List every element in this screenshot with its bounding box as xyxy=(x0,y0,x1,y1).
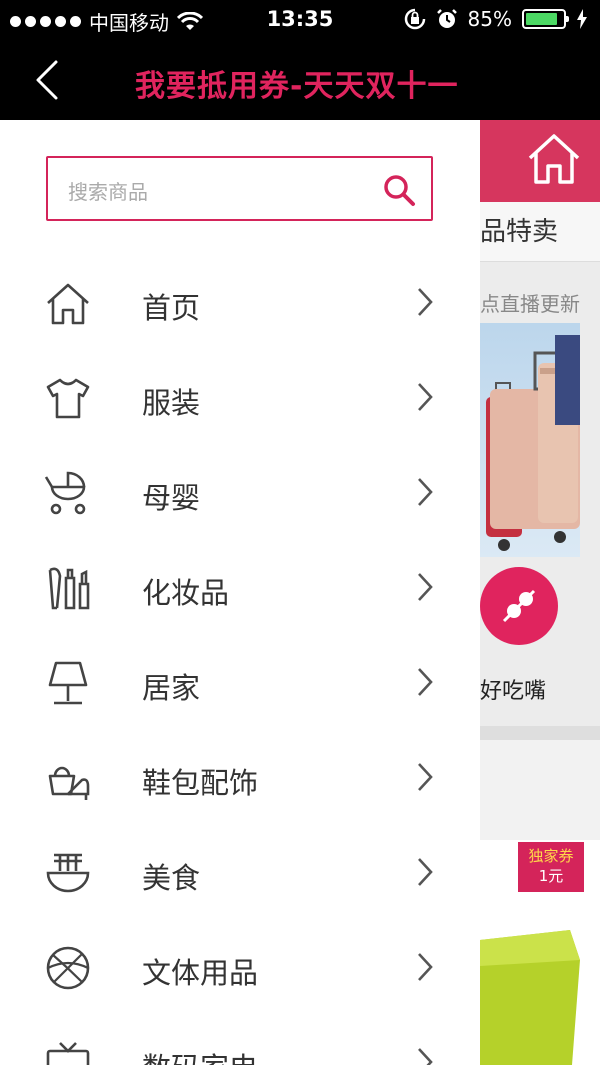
chevron-right-icon xyxy=(418,573,433,601)
snack-category-circle xyxy=(480,567,558,645)
luggage-image xyxy=(486,335,580,551)
chevron-right-icon xyxy=(418,288,433,316)
menu-item-label: 化妆品 xyxy=(142,576,230,610)
cosmetics-icon xyxy=(48,567,90,610)
home-icon xyxy=(528,134,580,184)
menu-item-clothing[interactable]: 服装 xyxy=(0,352,480,447)
search-input[interactable]: 搜索商品 xyxy=(46,156,433,221)
menu-item-baby[interactable]: 母婴 xyxy=(0,447,480,542)
status-right: 85% xyxy=(404,7,588,31)
menu-item-label: 美食 xyxy=(142,861,201,895)
menu-item-digital[interactable]: 数码家电 xyxy=(0,1017,480,1065)
nav-bar: 我要抵用券-天天双十一 xyxy=(0,40,600,120)
chevron-right-icon xyxy=(418,858,433,886)
basket-image xyxy=(480,930,580,1065)
chevron-right-icon xyxy=(418,383,433,411)
battery-icon xyxy=(522,9,569,29)
menu-item-label: 文体用品 xyxy=(142,956,259,990)
menu-item-sports[interactable]: 文体用品 xyxy=(0,922,480,1017)
menu-item-label: 鞋包配饰 xyxy=(142,766,259,800)
bg-divider xyxy=(480,726,600,740)
ball-icon xyxy=(46,946,90,990)
status-bar: 中国移动 13:35 85% xyxy=(0,0,600,40)
menu-item-label: 母婴 xyxy=(142,481,201,515)
chevron-right-icon xyxy=(418,1048,433,1065)
bg-tab: 品特卖 xyxy=(480,202,600,262)
alarm-icon xyxy=(436,9,457,28)
shoe-bag-icon xyxy=(48,766,90,800)
tv-icon xyxy=(46,1042,90,1065)
search-icon[interactable] xyxy=(381,172,417,208)
chevron-right-icon xyxy=(418,668,433,696)
stroller-icon xyxy=(44,471,86,515)
menu-item-home-living[interactable]: 居家 xyxy=(0,637,480,732)
coupon-badge: 独家券 1元 xyxy=(518,842,584,892)
search-placeholder: 搜索商品 xyxy=(68,180,148,204)
bg-panel xyxy=(480,740,600,840)
menu-item-label: 服装 xyxy=(142,386,201,420)
page-title: 我要抵用券-天天双十一 xyxy=(135,69,459,104)
chevron-left-icon[interactable] xyxy=(28,58,68,102)
lamp-icon xyxy=(48,661,88,705)
bg-live-text: 点直播更新 xyxy=(480,292,580,316)
home-icon xyxy=(47,283,89,325)
menu-item-home[interactable]: 首页 xyxy=(0,257,480,352)
menu-item-food[interactable]: 美食 xyxy=(0,827,480,922)
food-bowl-icon xyxy=(46,853,90,893)
chevron-right-icon xyxy=(418,478,433,506)
rotation-lock-icon xyxy=(404,8,425,30)
bg-circle-label: 好吃嘴 xyxy=(480,679,547,704)
tshirt-icon xyxy=(46,378,90,419)
chevron-right-icon xyxy=(418,763,433,791)
battery-percent: 85% xyxy=(467,7,512,31)
luggage-photo xyxy=(480,323,580,557)
bg-header xyxy=(480,120,600,202)
skewer-icon xyxy=(502,589,536,623)
charging-icon xyxy=(577,9,587,29)
side-drawer: 搜索商品 首页 服装 母婴 化妆品 居家 鞋包配饰 美食 文体用品 xyxy=(0,120,480,1065)
menu-item-cosmetics[interactable]: 化妆品 xyxy=(0,542,480,637)
menu-item-label: 居家 xyxy=(142,671,201,705)
menu-item-label: 数码家电 xyxy=(142,1045,258,1065)
menu-item-shoes-bags[interactable]: 鞋包配饰 xyxy=(0,732,480,827)
coupon-badge-value: 1元 xyxy=(538,867,564,885)
coupon-badge-title: 独家券 xyxy=(528,847,574,865)
menu-item-label: 首页 xyxy=(142,291,201,325)
background-page: 品特卖 点直播更新 好吃嘴 独家券 1元 xyxy=(480,120,600,1065)
chevron-right-icon xyxy=(418,953,433,981)
